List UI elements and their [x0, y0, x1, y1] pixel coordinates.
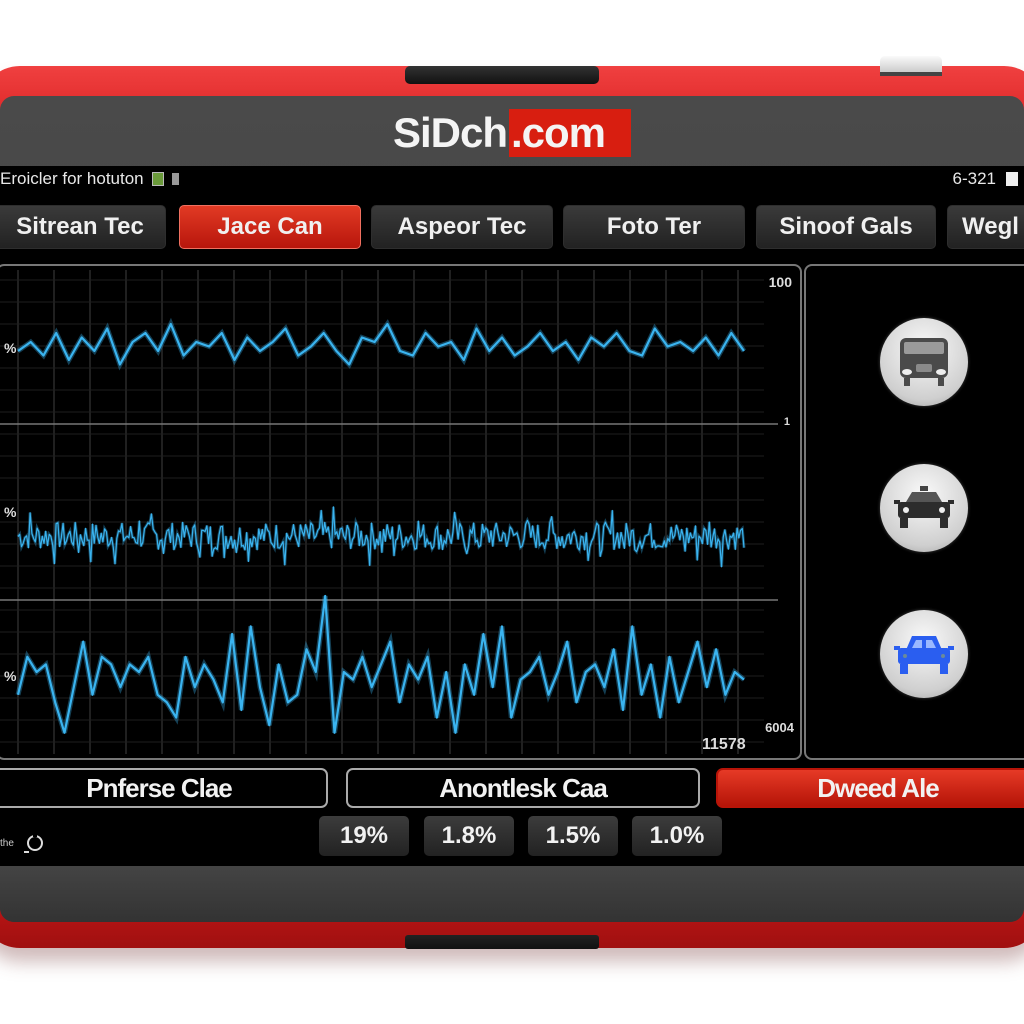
mode-button-2[interactable]: Anontlesk Caa	[346, 768, 700, 808]
percent-chip-1[interactable]: 19%	[319, 816, 409, 856]
refresh-control[interactable]: the	[0, 832, 44, 854]
waveform-chart	[0, 270, 778, 754]
trace-glow	[16, 317, 747, 371]
logo-main: SiDch	[392, 109, 508, 156]
indicator-icon	[1006, 172, 1018, 186]
percent-chip-4[interactable]: 1.0%	[632, 816, 722, 856]
tab-bar: Sitrean Tec Jace Can Aspeor Tec Foto Ter…	[0, 205, 1024, 249]
chart-traces	[15, 317, 747, 734]
refresh-icon	[23, 834, 43, 853]
sample-count: 11578	[702, 736, 746, 753]
tab-label: Foto Ter	[606, 213, 702, 240]
percent-chip-3[interactable]: 1.5%	[528, 816, 618, 856]
truck-icon	[900, 338, 948, 386]
vehicle-truck-button[interactable]	[880, 318, 968, 406]
mode-label: Pnferse Clae	[86, 772, 233, 803]
power-button[interactable]	[880, 56, 942, 76]
tab-label: Sitrean Tec	[16, 213, 144, 240]
signal-icon	[151, 172, 164, 186]
mode-label: Dweed Ale	[817, 772, 940, 803]
tab-3[interactable]: Aspeor Tec	[371, 205, 553, 249]
left-mark-3: %	[4, 668, 17, 684]
percent-value: 1.5%	[545, 822, 601, 849]
axis-label-bottom: 6004	[765, 720, 794, 735]
status-code: 6-321	[952, 169, 996, 188]
brand-logo: SiDch .com	[392, 109, 632, 157]
tab-2[interactable]: Jace Can	[179, 205, 361, 249]
percent-chip-2[interactable]: 1.8%	[424, 816, 514, 856]
header: SiDch .com	[0, 100, 1024, 166]
waveform-panel: 100 1 6004 11578 % % %	[0, 264, 802, 760]
vehicle-panel	[804, 264, 1024, 760]
vehicle-car-button[interactable]	[880, 610, 968, 698]
tab-1[interactable]: Sitrean Tec	[0, 205, 166, 249]
bottom-connector	[405, 935, 599, 949]
car-icon	[894, 636, 954, 674]
percent-value: 1.8%	[441, 822, 497, 849]
refresh-label: the	[0, 837, 14, 849]
tab-label: Wegl	[962, 213, 1019, 240]
axis-label-mid: 1	[783, 416, 790, 428]
tab-6[interactable]: Wegl	[947, 205, 1024, 249]
tab-5[interactable]: Sinoof Gals	[756, 205, 936, 249]
axis-label-top: 100	[768, 274, 792, 290]
tab-label: Aspeor Tec	[397, 213, 527, 240]
tab-4[interactable]: Foto Ter	[563, 205, 745, 249]
left-mark-1: %	[4, 340, 17, 356]
percent-value: 19%	[339, 822, 389, 849]
tab-label: Jace Can	[217, 213, 323, 240]
top-connector	[405, 66, 599, 84]
mode-button-3[interactable]: Dweed Ale	[716, 768, 1024, 808]
vehicle-taxi-button[interactable]	[880, 464, 968, 552]
mode-label: Anontlesk Caa	[439, 772, 608, 803]
mode-button-1[interactable]: Pnferse Clae	[0, 768, 328, 808]
logo-suffix: .com	[509, 109, 632, 157]
status-bar: Eroicler for hotuton 6-321	[0, 166, 1024, 192]
battery-icon	[171, 173, 179, 185]
percent-value: 1.0%	[649, 822, 705, 849]
lower-bezel	[0, 866, 1024, 922]
status-text: Eroicler for hotuton	[0, 169, 144, 188]
tab-label: Sinoof Gals	[779, 213, 913, 240]
left-mark-2: %	[4, 504, 17, 520]
taxi-icon	[894, 486, 954, 528]
